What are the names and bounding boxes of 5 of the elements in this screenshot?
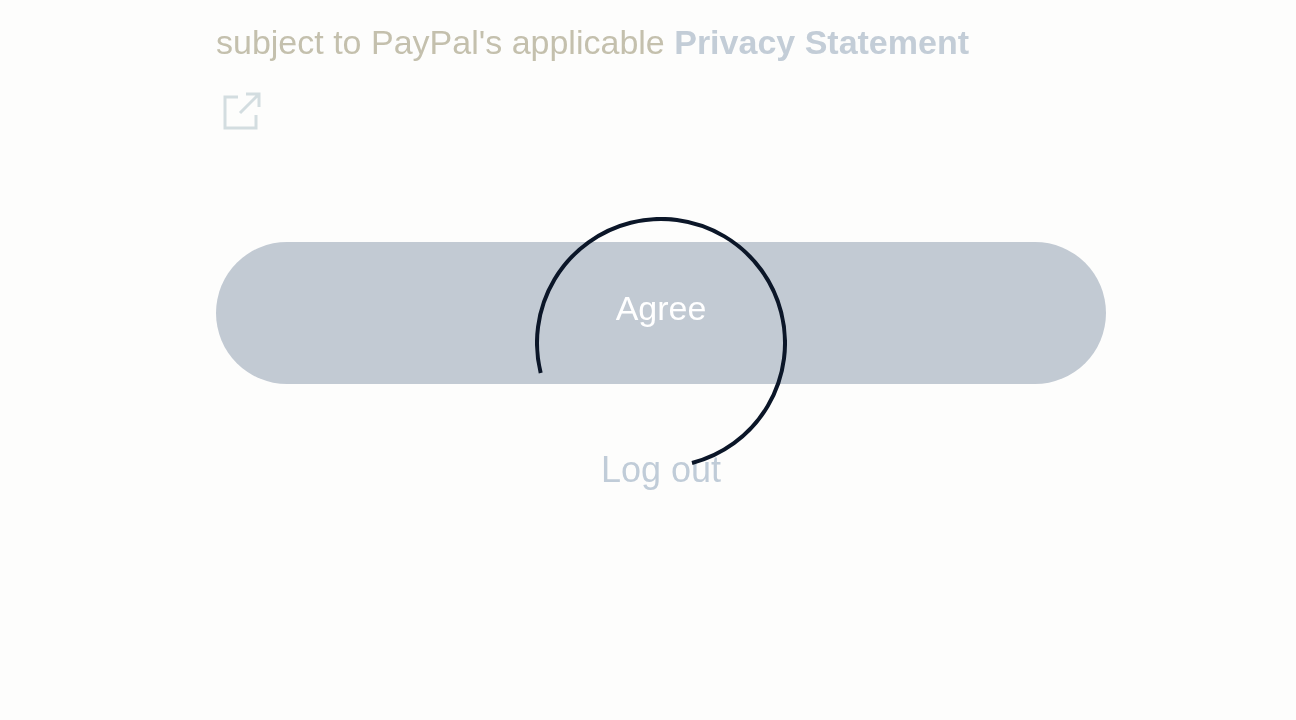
log-out-link[interactable]: Log out: [600, 450, 722, 490]
privacy-statement-link[interactable]: Privacy Statement: [674, 23, 969, 61]
external-link-icon[interactable]: [222, 91, 262, 131]
consent-text: subject to PayPal's applicable Privacy Statement: [216, 16, 1106, 131]
agree-button[interactable]: Agree: [216, 242, 1106, 384]
